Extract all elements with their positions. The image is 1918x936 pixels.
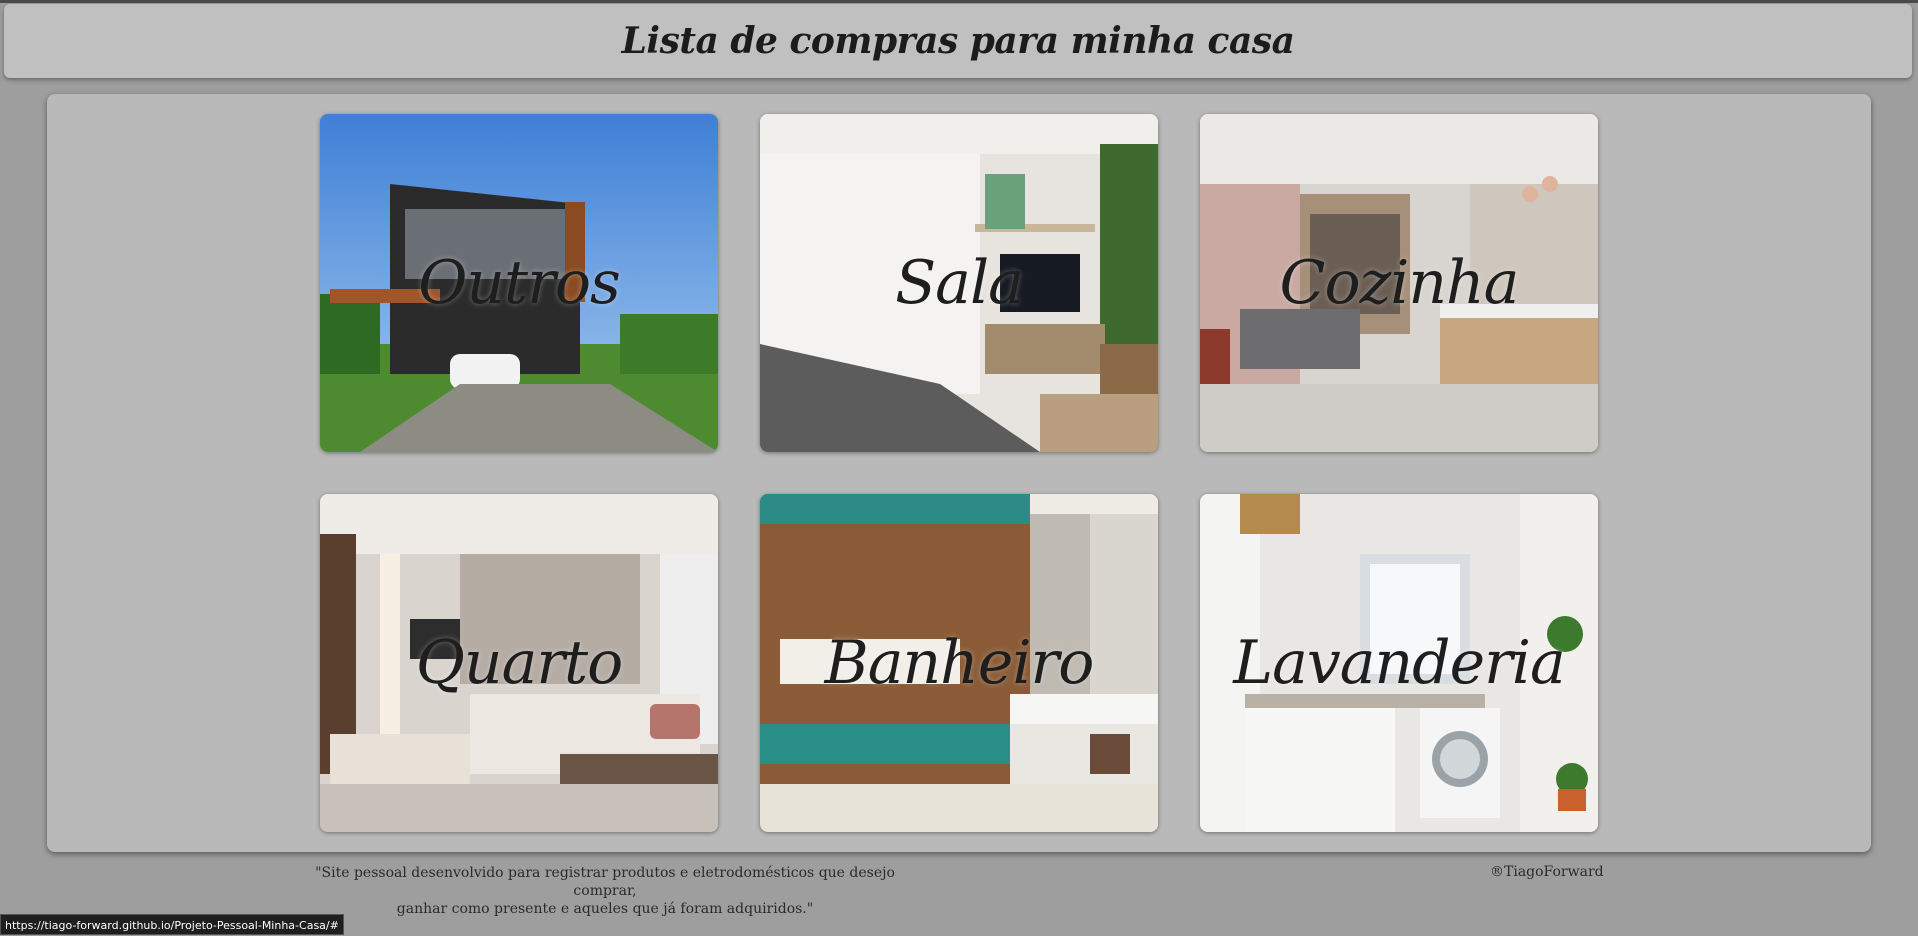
- room-label-banheiro: Banheiro: [824, 628, 1095, 698]
- room-card-quarto[interactable]: Quarto: [320, 494, 718, 832]
- status-bar-url: https://tiago-forward.github.io/Projeto-…: [0, 914, 344, 935]
- room-label-lavanderia: Lavanderia: [1233, 628, 1565, 698]
- room-card-banheiro[interactable]: Banheiro: [760, 494, 1158, 832]
- page-header: Lista de compras para minha casa: [4, 4, 1912, 78]
- window-top-border: [0, 0, 1918, 3]
- room-label-quarto: Quarto: [415, 628, 624, 698]
- page-title: Lista de compras para minha casa: [621, 20, 1295, 62]
- room-label-sala: Sala: [895, 248, 1024, 318]
- room-card-sala[interactable]: Sala: [760, 114, 1158, 452]
- footer-description-line-2: ganhar como presente e aqueles que já fo…: [396, 901, 814, 917]
- room-card-lavanderia[interactable]: Lavanderia: [1200, 494, 1598, 832]
- room-label-outros: Outros: [418, 248, 621, 318]
- rooms-panel: Outros Sala Cozinha Quarto Banheiro Lava…: [47, 94, 1871, 852]
- copyright-text: ®TiagoForward: [1490, 864, 1604, 880]
- footer-description-line-1: "Site pessoal desenvolvido para registra…: [315, 865, 895, 899]
- footer-description: "Site pessoal desenvolvido para registra…: [300, 864, 910, 918]
- room-card-outros[interactable]: Outros: [320, 114, 718, 452]
- room-label-cozinha: Cozinha: [1279, 248, 1520, 318]
- room-card-cozinha[interactable]: Cozinha: [1200, 114, 1598, 452]
